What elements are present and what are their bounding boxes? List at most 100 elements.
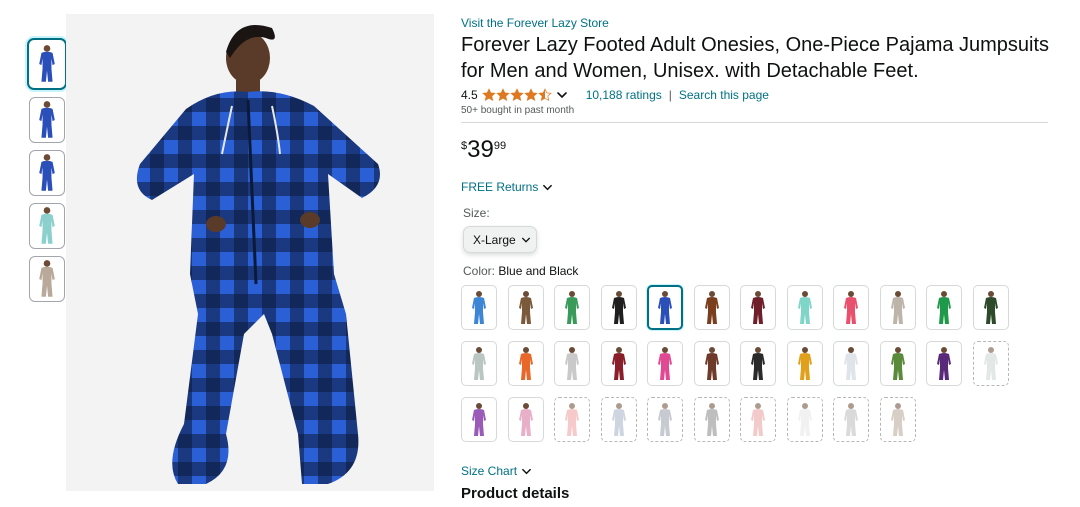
- product-details-heading: Product details: [461, 485, 570, 502]
- thumbnail-1[interactable]: [27, 38, 67, 90]
- star-icon: [481, 88, 496, 102]
- search-page-link[interactable]: Search this page: [679, 86, 769, 104]
- color-swatch-5[interactable]: [647, 285, 683, 330]
- color-swatch-25[interactable]: [461, 397, 497, 442]
- color-swatch-32[interactable]: [786, 397, 823, 442]
- color-swatch-10[interactable]: [879, 285, 916, 330]
- onesie-figure: [983, 290, 998, 324]
- thumbnail-4[interactable]: [29, 203, 65, 249]
- color-swatch-21[interactable]: [833, 341, 869, 386]
- onesie-figure: [472, 346, 486, 380]
- onesie-figure: [797, 402, 812, 436]
- star-icon: [509, 88, 524, 102]
- model-wearing-onesie: [136, 25, 380, 484]
- onesie-figure: [39, 101, 55, 138]
- size-dropdown[interactable]: X-Large: [463, 226, 537, 253]
- color-swatch-30[interactable]: [693, 397, 730, 442]
- onesie-figure: [890, 290, 905, 324]
- color-swatch-3[interactable]: [554, 285, 590, 330]
- color-swatch-20[interactable]: [786, 341, 823, 386]
- onesie-figure: [937, 290, 951, 324]
- color-swatch-7[interactable]: [740, 285, 776, 330]
- returns-label: FREE Returns: [461, 180, 539, 194]
- color-swatches: [461, 285, 1021, 453]
- color-swatch-11[interactable]: [926, 285, 962, 330]
- size-chart-label: Size Chart: [461, 464, 518, 478]
- color-swatch-34[interactable]: [879, 397, 916, 442]
- rating-row: 4.5 10,188 ratings | Search this page: [461, 86, 1061, 104]
- color-swatch-22[interactable]: [879, 341, 916, 386]
- color-label: Color: Blue and Black: [461, 263, 1061, 279]
- onesie-figure: [565, 402, 579, 436]
- divider: [461, 122, 1048, 123]
- onesie-figure: [844, 290, 858, 324]
- chevron-down-icon: [521, 237, 530, 243]
- onesie-figure: [565, 346, 579, 380]
- color-swatch-14[interactable]: [507, 341, 544, 386]
- color-swatch-2[interactable]: [507, 285, 544, 330]
- price: $ 39 99: [461, 137, 1061, 165]
- color-swatch-12[interactable]: [972, 285, 1009, 330]
- color-swatch-17[interactable]: [647, 341, 683, 386]
- thumbnail-3[interactable]: [29, 150, 65, 196]
- price-whole: 39: [467, 136, 494, 163]
- onesie-figure: [518, 402, 533, 436]
- size-label: Size:: [463, 206, 490, 220]
- color-label-key: Color:: [463, 264, 496, 278]
- color-swatch-6[interactable]: [693, 285, 730, 330]
- onesie-figure: [39, 154, 55, 191]
- onesie-figure: [658, 402, 672, 436]
- color-swatch-16[interactable]: [600, 341, 637, 386]
- price-fraction: 99: [493, 140, 507, 152]
- store-link[interactable]: Visit the Forever Lazy Store: [461, 15, 1061, 31]
- color-swatch-33[interactable]: [833, 397, 869, 442]
- bought-count: 50+ bought in past month: [461, 105, 575, 116]
- onesie-figure: [890, 402, 905, 436]
- color-swatch-18[interactable]: [693, 341, 730, 386]
- color-swatch-26[interactable]: [507, 397, 544, 442]
- onesie-figure: [611, 290, 626, 324]
- onesie-figure: [658, 290, 672, 324]
- color-swatch-9[interactable]: [833, 285, 869, 330]
- onesie-figure: [983, 346, 998, 380]
- thumbnail-5[interactable]: [29, 256, 65, 302]
- chevron-down-icon: [522, 468, 531, 474]
- color-swatch-13[interactable]: [461, 341, 497, 386]
- size-chart-link[interactable]: Size Chart: [461, 463, 532, 479]
- onesie-figure: [472, 290, 486, 324]
- chevron-down-icon[interactable]: [556, 89, 568, 101]
- color-swatch-29[interactable]: [647, 397, 683, 442]
- color-swatch-1[interactable]: [461, 285, 497, 330]
- color-swatch-4[interactable]: [600, 285, 637, 330]
- color-swatch-15[interactable]: [554, 341, 590, 386]
- color-swatch-19[interactable]: [740, 341, 776, 386]
- product-details-column: Visit the Forever Lazy Store Forever Laz…: [461, 14, 1061, 453]
- thumbnail-2[interactable]: [29, 97, 65, 143]
- main-product-image[interactable]: [66, 14, 434, 491]
- color-selected-value: Blue and Black: [498, 264, 579, 278]
- onesie-figure: [890, 346, 905, 380]
- ratings-count-link[interactable]: 10,188 ratings: [586, 86, 662, 104]
- onesie-figure: [472, 402, 486, 436]
- color-swatch-24[interactable]: [972, 341, 1009, 386]
- thumbnail-strip: [27, 38, 67, 309]
- color-swatch-31[interactable]: [740, 397, 776, 442]
- onesie-figure: [797, 290, 812, 324]
- onesie-figure: [751, 402, 765, 436]
- color-swatch-23[interactable]: [926, 341, 962, 386]
- color-swatch-28[interactable]: [600, 397, 637, 442]
- onesie-figure: [518, 346, 533, 380]
- free-returns-link[interactable]: FREE Returns: [461, 179, 1061, 195]
- size-selected-value: X-Large: [473, 232, 516, 247]
- star-icon: [537, 88, 552, 102]
- onesie-figure: [704, 290, 719, 324]
- rating-value: 4.5: [461, 88, 478, 102]
- star-icon: [523, 88, 538, 102]
- separator: |: [668, 88, 672, 102]
- color-swatch-8[interactable]: [786, 285, 823, 330]
- star-rating[interactable]: [481, 88, 552, 102]
- color-swatch-27[interactable]: [554, 397, 590, 442]
- onesie-figure: [39, 260, 55, 297]
- onesie-figure: [704, 346, 719, 380]
- onesie-figure: [704, 402, 719, 436]
